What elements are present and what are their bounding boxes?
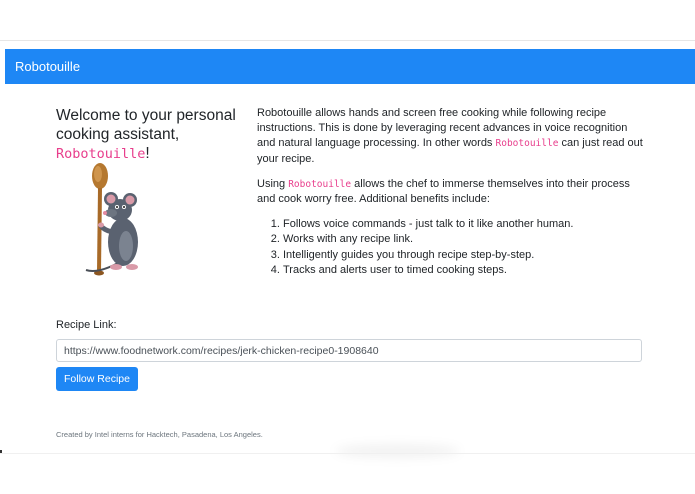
benefit-item: Intelligently guides you through recipe …: [283, 248, 647, 263]
benefit-item: Follows voice commands - just talk to it…: [283, 217, 647, 232]
follow-recipe-button[interactable]: Follow Recipe: [56, 367, 138, 391]
footer-credits: Created by Intel interns for Hacktech, P…: [56, 430, 263, 439]
desc-p1-code: Robotouille: [495, 138, 559, 150]
desc-p2-text: Using: [257, 177, 289, 190]
top-divider: [0, 40, 695, 41]
recipe-link-label: Recipe Link:: [56, 319, 117, 331]
desc-p2-code: Robotouille: [288, 178, 352, 190]
page-title-punct: !: [145, 145, 150, 162]
page-title-text: Welcome to your personal cooking assista…: [56, 107, 236, 143]
description-paragraph-2: Using Robotouille allows the chef to imm…: [257, 177, 647, 207]
benefits-list: Follows voice commands - just talk to it…: [257, 217, 647, 278]
edge-mark: [0, 450, 2, 453]
benefit-item: Tracks and alerts user to timed cooking …: [283, 263, 647, 278]
page-title: Welcome to your personal cooking assista…: [56, 106, 246, 164]
rat-chef-with-wooden-spoon-icon: [85, 163, 138, 276]
benefit-item: Works with any recipe link.: [283, 232, 647, 247]
description-paragraph-1: Robotouille allows hands and screen free…: [257, 106, 647, 167]
navbar-brand[interactable]: Robotouille: [15, 59, 80, 74]
page-title-code: Robotouille: [56, 146, 146, 162]
navbar: Robotouille: [5, 49, 695, 84]
description: Robotouille allows hands and screen free…: [257, 106, 647, 278]
recipe-link-input[interactable]: [56, 339, 642, 362]
bottom-divider: [0, 453, 695, 454]
bottom-shadow: [335, 444, 460, 458]
